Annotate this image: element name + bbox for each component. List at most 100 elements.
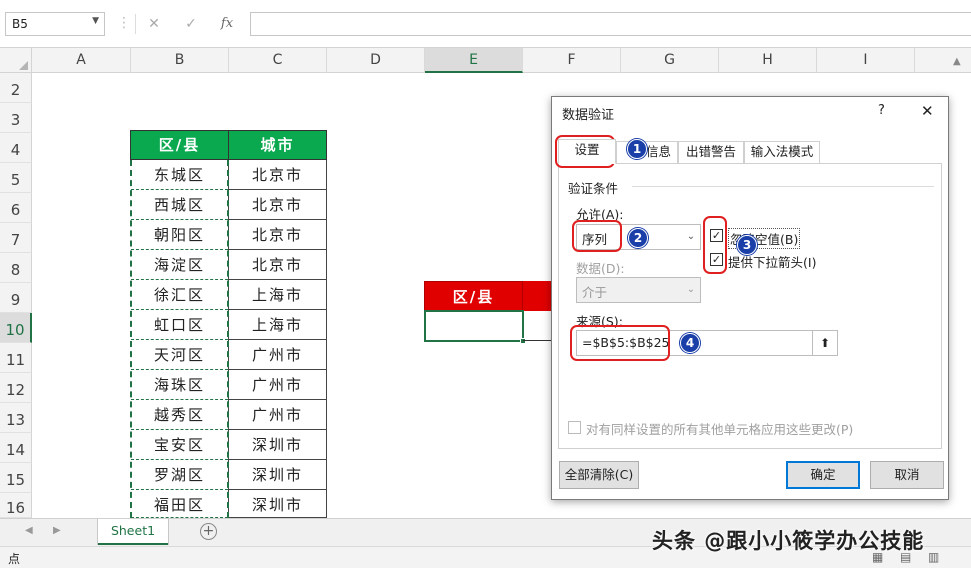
- table-header-city[interactable]: 城市: [228, 130, 327, 160]
- table-cell-city[interactable]: 北京市: [228, 220, 327, 250]
- row-header-8[interactable]: 8: [0, 253, 32, 283]
- table-cell-district[interactable]: 东城区: [131, 160, 228, 190]
- name-box[interactable]: B5 ▼: [5, 12, 105, 36]
- column-header-i[interactable]: I: [817, 48, 915, 73]
- table-cell-city[interactable]: 北京市: [228, 250, 327, 280]
- table-cell-city[interactable]: 广州市: [228, 340, 327, 370]
- tab-ime-mode[interactable]: 输入法模式: [744, 141, 820, 163]
- close-icon[interactable]: ✕: [921, 102, 934, 120]
- data-label: 数据(D):: [576, 261, 625, 276]
- ok-button[interactable]: 确定: [786, 461, 860, 489]
- fx-icon[interactable]: fx: [216, 13, 238, 35]
- cancel-button[interactable]: 取消: [870, 461, 944, 489]
- row-header-14[interactable]: 14: [0, 433, 32, 463]
- data-validation-dialog: 数据验证 ? ✕ 设置 信息 出错警告 输入法模式 验证条件 允许(A): 序列…: [551, 96, 949, 500]
- select-all-corner[interactable]: [0, 48, 32, 73]
- in-cell-dropdown-label[interactable]: 提供下拉箭头(I): [728, 252, 816, 271]
- table-header-district[interactable]: 区/县: [130, 130, 229, 160]
- watermark: 头条 @跟小小筱学办公技能: [652, 529, 925, 553]
- step-badge-2: 2: [628, 228, 648, 248]
- apply-all-label: 对有同样设置的所有其他单元格应用这些更改(P): [586, 422, 854, 437]
- active-cell-e10[interactable]: [424, 310, 524, 342]
- table-cell-district[interactable]: 福田区: [131, 490, 228, 518]
- collapse-dialog-icon[interactable]: ⬆: [812, 331, 837, 355]
- table-cell-city[interactable]: 北京市: [228, 160, 327, 190]
- table-cell-district[interactable]: 罗湖区: [131, 460, 228, 490]
- table-cell-city[interactable]: 广州市: [228, 400, 327, 430]
- table-cell-city[interactable]: 上海市: [228, 280, 327, 310]
- column-header-e[interactable]: E: [425, 48, 523, 73]
- step-badge-3: 3: [737, 235, 757, 255]
- data-select-value: 介于: [582, 285, 608, 300]
- table-cell-district[interactable]: 朝阳区: [131, 220, 228, 250]
- validation-criteria-label: 验证条件: [568, 181, 619, 196]
- highlight-checkboxes: [703, 216, 727, 274]
- row-header-6[interactable]: 6: [0, 193, 32, 223]
- row-header-7[interactable]: 7: [0, 223, 32, 253]
- table-cell-city[interactable]: 深圳市: [228, 430, 327, 460]
- column-header-a[interactable]: A: [32, 48, 131, 73]
- row-header-3[interactable]: 3: [0, 103, 32, 133]
- clear-all-button[interactable]: 全部清除(C): [559, 461, 639, 489]
- data-select: 介于 ⌄: [576, 277, 701, 303]
- table-cell-city[interactable]: 深圳市: [228, 490, 327, 518]
- column-header-g[interactable]: G: [621, 48, 719, 73]
- dialog-title-bar: 数据验证 ? ✕: [552, 97, 948, 127]
- sheet-tab-sheet1[interactable]: Sheet1: [98, 519, 168, 545]
- page-break-icon[interactable]: ▥: [928, 550, 939, 564]
- row-header-4[interactable]: 4: [0, 133, 32, 163]
- table-cell-city[interactable]: 上海市: [228, 310, 327, 340]
- row-header-2[interactable]: 2: [0, 73, 32, 103]
- table-cell-district[interactable]: 虹口区: [131, 310, 228, 340]
- table-cell-district[interactable]: 西城区: [131, 190, 228, 220]
- row-header-16[interactable]: 16: [0, 493, 32, 518]
- row-header-12[interactable]: 12: [0, 373, 32, 403]
- tab-settings[interactable]: 设置: [558, 139, 616, 164]
- add-sheet-icon[interactable]: +: [200, 523, 217, 540]
- table-cell-district[interactable]: 海珠区: [131, 370, 228, 400]
- tab-input-message-label: 信息: [645, 144, 671, 159]
- enter-icon[interactable]: ✓: [180, 13, 202, 35]
- column-header-c[interactable]: C: [229, 48, 327, 73]
- row-header-10[interactable]: 10: [0, 313, 32, 343]
- tab-error-alert[interactable]: 出错警告: [678, 141, 744, 163]
- prev-sheet-icon[interactable]: ◀: [25, 525, 33, 536]
- table-cell-city[interactable]: 深圳市: [228, 460, 327, 490]
- status-mode: 点: [8, 552, 21, 566]
- table-cell-city[interactable]: 北京市: [228, 190, 327, 220]
- row-header-15[interactable]: 15: [0, 463, 32, 493]
- target-header-extension: [523, 281, 551, 311]
- table-cell-district[interactable]: 徐汇区: [131, 280, 228, 310]
- next-sheet-icon[interactable]: ▶: [53, 525, 61, 536]
- chevron-down-icon[interactable]: ▼: [92, 16, 99, 26]
- target-header-district[interactable]: 区/县: [424, 281, 523, 311]
- column-header-b[interactable]: B: [131, 48, 229, 73]
- table-cell-district[interactable]: 天河区: [131, 340, 228, 370]
- fill-handle[interactable]: [520, 338, 526, 344]
- help-icon[interactable]: ?: [878, 103, 885, 118]
- scroll-up-icon[interactable]: ▲: [953, 56, 961, 67]
- step-badge-1: 1: [627, 139, 647, 159]
- table-cell-district[interactable]: 海淀区: [131, 250, 228, 280]
- column-header-f[interactable]: F: [523, 48, 621, 73]
- highlight-allow-select: [572, 220, 622, 252]
- dialog-title: 数据验证: [562, 108, 615, 123]
- tab-input-message[interactable]: 信息: [616, 141, 678, 163]
- chevron-down-icon: ⌄: [686, 284, 696, 295]
- row-header-9[interactable]: 9: [0, 283, 32, 313]
- row-header-11[interactable]: 11: [0, 343, 32, 373]
- separator: [135, 14, 136, 34]
- column-header-d[interactable]: D: [327, 48, 425, 73]
- column-header-h[interactable]: H: [719, 48, 817, 73]
- table-cell-city[interactable]: 广州市: [228, 370, 327, 400]
- table-cell-district[interactable]: 宝安区: [131, 430, 228, 460]
- table-cell-district[interactable]: 越秀区: [131, 400, 228, 430]
- chevron-down-icon[interactable]: ⌄: [682, 225, 700, 249]
- name-box-value: B5: [12, 17, 28, 31]
- row-header-5[interactable]: 5: [0, 163, 32, 193]
- cancel-icon[interactable]: ✕: [143, 13, 165, 35]
- formula-input[interactable]: [250, 12, 971, 36]
- row-header-13[interactable]: 13: [0, 403, 32, 433]
- cell-border: [523, 340, 551, 341]
- column-header-bar: A B C D E F G H I ▲: [0, 48, 971, 73]
